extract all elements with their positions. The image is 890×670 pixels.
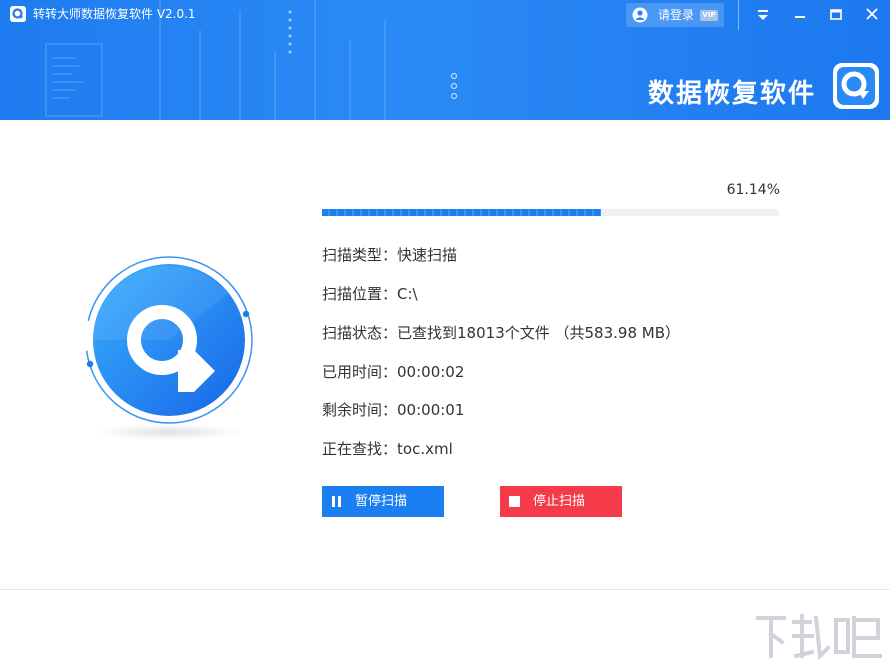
scan-type-value: 快速扫描 <box>397 246 458 264</box>
login-button[interactable]: 请登录 VIP <box>626 3 724 27</box>
elapsed-time-label: 已用时间： <box>322 363 398 381</box>
remaining-time-label: 剩余时间： <box>322 401 398 419</box>
vip-badge: VIP <box>700 10 718 21</box>
stop-icon <box>509 496 520 507</box>
minimize-icon[interactable] <box>790 6 810 24</box>
brand-text: 数据恢复软件 <box>648 79 817 109</box>
remaining-time-row: 剩余时间：00:00:01 <box>322 400 464 420</box>
current-file-label: 正在查找： <box>322 440 398 458</box>
window-title: 转转大师数据恢复软件 V2.0.1 <box>33 7 196 21</box>
scan-location-label: 扫描位置： <box>322 285 398 303</box>
title-bar-header: 转转大师数据恢复软件 V2.0.1 请登录 VIP 数据恢复软件 <box>0 0 890 120</box>
scan-type-label: 扫描类型： <box>322 246 398 264</box>
maximize-icon[interactable] <box>826 6 846 24</box>
scan-progress-bar <box>322 209 779 216</box>
scan-status-value: 已查找到18013个文件 （共583.98 MB） <box>397 324 680 342</box>
footer-divider <box>0 589 890 590</box>
user-icon <box>632 7 648 23</box>
current-file-row: 正在查找：toc.xml <box>322 439 453 459</box>
remaining-time-value: 00:00:01 <box>397 401 465 419</box>
stop-scan-button[interactable]: 停止扫描 <box>500 486 622 517</box>
scan-location-row: 扫描位置：C:\ <box>322 284 418 304</box>
title-bar-divider <box>738 0 739 30</box>
current-file-value: toc.xml <box>397 440 453 458</box>
stop-scan-label: 停止扫描 <box>533 494 586 509</box>
pause-icon <box>332 496 341 507</box>
scan-progress-fill <box>322 209 602 216</box>
scan-progress-percent: 61.14% <box>726 182 780 198</box>
pause-scan-label: 暂停扫描 <box>355 494 408 509</box>
scan-location-value: C:\ <box>397 285 418 303</box>
dropdown-menu-icon[interactable] <box>753 6 773 24</box>
login-label: 请登录 <box>658 8 695 22</box>
scan-type-row: 扫描类型：快速扫描 <box>322 245 457 265</box>
watermark-logo <box>756 614 882 661</box>
elapsed-time-row: 已用时间：00:00:02 <box>322 362 464 382</box>
scan-logo-graphic <box>85 256 253 440</box>
app-logo-icon <box>10 6 26 22</box>
brand-logo-icon <box>833 63 879 109</box>
scan-status-row: 扫描状态：已查找到18013个文件 （共583.98 MB） <box>322 323 680 343</box>
scan-status-label: 扫描状态： <box>322 324 398 342</box>
elapsed-time-value: 00:00:02 <box>397 363 465 381</box>
close-icon[interactable] <box>862 6 882 24</box>
pause-scan-button[interactable]: 暂停扫描 <box>322 486 444 517</box>
